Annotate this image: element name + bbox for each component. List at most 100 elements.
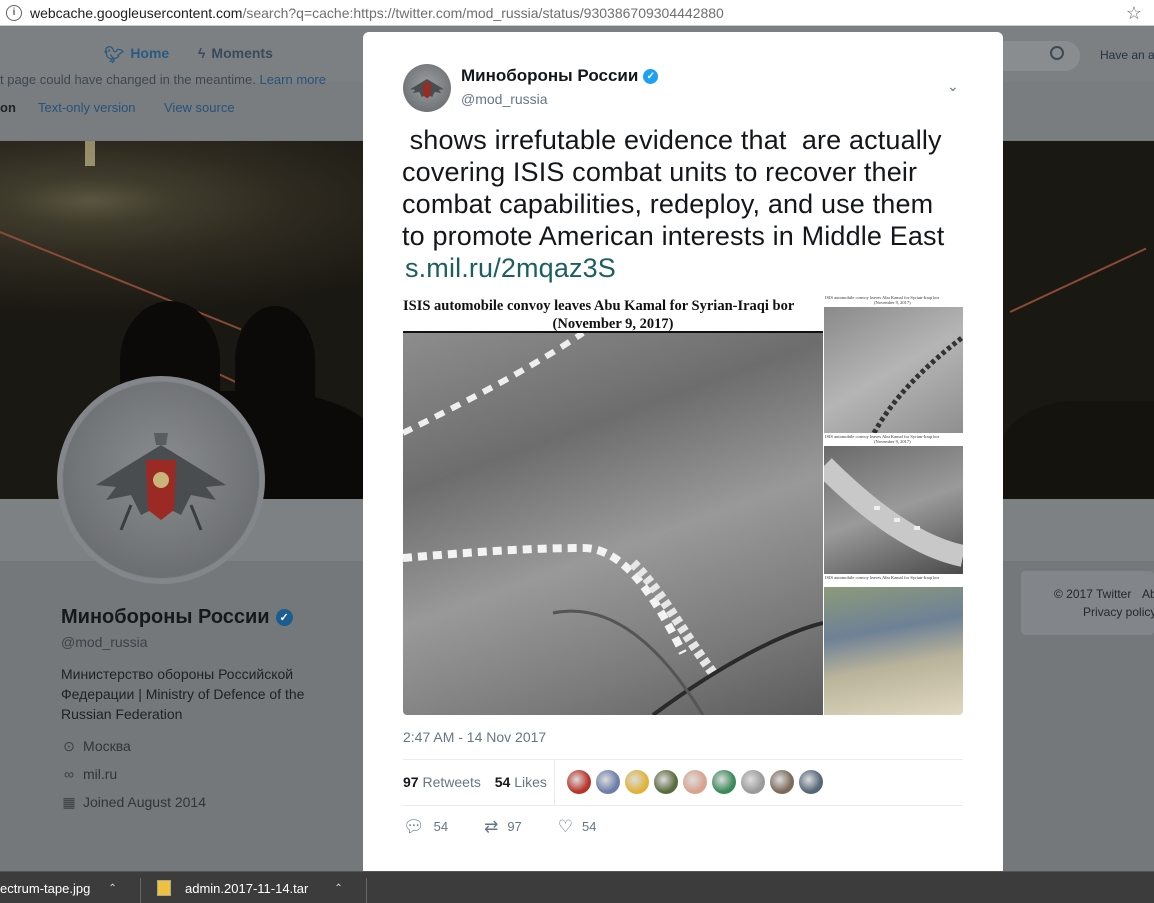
heart-icon: ♡ bbox=[557, 817, 574, 836]
info-icon[interactable]: i bbox=[6, 4, 22, 21]
download-item[interactable]: admin.2017-11-14.tar ⌃ bbox=[157, 872, 343, 903]
location-pin-icon: ⊙ bbox=[63, 738, 75, 754]
verified-badge-icon: ✓ bbox=[275, 609, 293, 626]
profile-location: ⊙ Москва bbox=[61, 738, 131, 754]
liker-avatar[interactable] bbox=[683, 770, 707, 794]
nav-moments[interactable]: ϟ Moments bbox=[198, 45, 273, 61]
likes-stat[interactable]: 54 Likes bbox=[495, 774, 547, 790]
lightning-icon: ϟ bbox=[198, 45, 206, 61]
retweets-count: 97 bbox=[403, 774, 419, 790]
verified-badge-icon: ✓ bbox=[643, 68, 659, 84]
tweet-media[interactable]: ISIS automobile convoy leaves Abu Kamal … bbox=[403, 295, 963, 715]
reply-count: 54 bbox=[433, 819, 449, 834]
liker-avatar[interactable] bbox=[654, 770, 678, 794]
media-main-image[interactable]: ISIS automobile convoy leaves Abu Kamal … bbox=[403, 295, 823, 715]
aerial-photo bbox=[403, 333, 823, 715]
url-text[interactable]: webcache.googleusercontent.com/search?q=… bbox=[30, 5, 724, 21]
retweet-icon: ⇄ bbox=[484, 817, 499, 836]
download-item[interactable]: ectrum-tape.jpg ⌃ bbox=[0, 872, 117, 903]
profile-handle: @mod_russia bbox=[61, 634, 148, 650]
tweet-stats: 97 Retweets 54 Likes bbox=[403, 774, 547, 790]
tweet-author-name-text[interactable]: Минобороны России bbox=[461, 66, 638, 86]
learn-more-link[interactable]: Learn more bbox=[259, 72, 325, 87]
nav-home-label: Home bbox=[130, 45, 170, 61]
nav-moments-label: Moments bbox=[211, 45, 273, 61]
eagle-emblem-icon bbox=[410, 78, 444, 99]
have-account-text: Have an a bbox=[1100, 48, 1154, 62]
liker-avatar[interactable] bbox=[770, 770, 794, 794]
media-thumbnail[interactable]: ISIS automobile convoy leaves Abu Kamal … bbox=[824, 575, 963, 715]
retweets-label: Retweets bbox=[422, 774, 481, 790]
search-icon[interactable] bbox=[1050, 46, 1064, 60]
footer-card bbox=[1021, 571, 1154, 635]
liker-avatars bbox=[567, 770, 823, 794]
bookmark-star-icon[interactable]: ☆ bbox=[1126, 3, 1142, 24]
liker-avatar[interactable] bbox=[741, 770, 765, 794]
liker-avatar[interactable] bbox=[625, 770, 649, 794]
media-thumbnail[interactable]: ISIS automobile convoy leaves Abu Kamal … bbox=[824, 434, 963, 574]
tweet-text: shows irrefutable evidence that are actu… bbox=[402, 124, 972, 284]
chevron-up-icon[interactable]: ⌃ bbox=[334, 883, 342, 894]
tweet-modal: Минобороны России ✓ @mod_russia ⌄ shows i… bbox=[363, 32, 1003, 871]
divider bbox=[554, 760, 555, 806]
chevron-up-icon[interactable]: ⌃ bbox=[108, 883, 116, 894]
tweet-author-name[interactable]: Минобороны России ✓ bbox=[461, 66, 659, 86]
file-icon bbox=[157, 880, 171, 896]
tweet-text-line: shows irrefutable evidence that are actu… bbox=[402, 125, 942, 155]
profile-name-text: Минобороны России bbox=[61, 606, 270, 628]
divider bbox=[403, 805, 963, 806]
footer-copyright: © 2017 Twitter bbox=[1054, 587, 1132, 601]
reply-icon: 💬︎ bbox=[403, 817, 425, 836]
profile-joined: ▦ Joined August 2014 bbox=[61, 794, 206, 810]
url-path: /search?q=cache:https://twitter.com/mod_… bbox=[242, 4, 724, 21]
profile-website[interactable]: ∞ mil.ru bbox=[61, 766, 117, 782]
tweet-text-line: combat capabilities, redeploy, and use t… bbox=[402, 189, 934, 219]
profile-name: Минобороны России ✓ bbox=[61, 606, 293, 629]
tweet-text-line: to promote American interests in Middle … bbox=[402, 221, 945, 251]
tweet-timestamp[interactable]: 2:47 AM - 14 Nov 2017 bbox=[403, 729, 546, 745]
tweet-avatar[interactable] bbox=[403, 64, 451, 112]
profile-joined-text: Joined August 2014 bbox=[83, 794, 206, 810]
tweet-actions: 💬︎ 54 ⇄ 97 ♡ 54 bbox=[403, 818, 633, 835]
retweet-count: 97 bbox=[507, 819, 522, 834]
profile-location-text: Москва bbox=[83, 738, 131, 754]
likes-count: 54 bbox=[494, 774, 511, 790]
text-only-link[interactable]: Text-only version bbox=[38, 100, 136, 115]
retweet-button[interactable]: ⇄ 97 bbox=[484, 818, 522, 835]
address-bar[interactable]: i webcache.googleusercontent.com/search?… bbox=[0, 0, 1154, 26]
footer-privacy-link[interactable]: Privacy policy bbox=[1083, 605, 1154, 619]
cache-message-text: t page could have changed in the meantim… bbox=[0, 72, 256, 87]
chevron-down-icon[interactable]: ⌄ bbox=[947, 78, 959, 95]
liker-avatar[interactable] bbox=[799, 770, 823, 794]
tweet-link[interactable]: s.mil.ru/2mqaz3S bbox=[402, 252, 972, 284]
download-filename[interactable]: admin.2017-11-14.tar bbox=[185, 881, 308, 896]
eagle-emblem-icon bbox=[96, 433, 226, 531]
twitter-bird-icon: 🐦︎ bbox=[104, 47, 125, 64]
tweet-text-line: covering ISIS combat units to recover th… bbox=[402, 157, 918, 187]
thumb-caption: ISIS automobile convoy leaves Abu Kamal … bbox=[825, 575, 940, 580]
nav-home[interactable]: 🐦︎ Home bbox=[104, 45, 169, 65]
url-host: webcache.googleusercontent.com bbox=[30, 4, 243, 21]
thumb-caption-date: (November 9, 2017) bbox=[874, 439, 911, 444]
media-caption: ISIS automobile convoy leaves Abu Kamal … bbox=[403, 298, 795, 314]
full-version-link[interactable]: on bbox=[0, 100, 16, 115]
media-thumbnails[interactable]: ISIS automobile convoy leaves Abu Kamal … bbox=[824, 295, 963, 715]
profile-avatar[interactable] bbox=[57, 376, 265, 584]
divider bbox=[403, 759, 963, 760]
media-thumbnail[interactable]: ISIS automobile convoy leaves Abu Kamal … bbox=[824, 295, 963, 433]
retweets-stat[interactable]: 97 Retweets bbox=[403, 774, 481, 790]
tweet-author-handle[interactable]: @mod_russia bbox=[461, 91, 548, 107]
download-filename[interactable]: ectrum-tape.jpg bbox=[0, 881, 90, 896]
likes-label: Likes bbox=[514, 774, 547, 790]
view-source-link[interactable]: View source bbox=[164, 100, 235, 115]
calendar-icon: ▦ bbox=[62, 794, 76, 810]
liker-avatar[interactable] bbox=[596, 770, 620, 794]
liker-avatar[interactable] bbox=[712, 770, 736, 794]
footer-about-link[interactable]: Ab bbox=[1142, 587, 1154, 601]
download-bar: ectrum-tape.jpg ⌃ admin.2017-11-14.tar ⌃ bbox=[0, 871, 1154, 903]
liker-avatar[interactable] bbox=[567, 770, 591, 794]
profile-website-text[interactable]: mil.ru bbox=[83, 766, 117, 782]
like-button[interactable]: ♡ 54 bbox=[558, 818, 597, 835]
reply-button[interactable]: 💬︎ 54 bbox=[403, 818, 448, 835]
profile-bio: Министерство обороны Российской Федераци… bbox=[61, 666, 305, 722]
